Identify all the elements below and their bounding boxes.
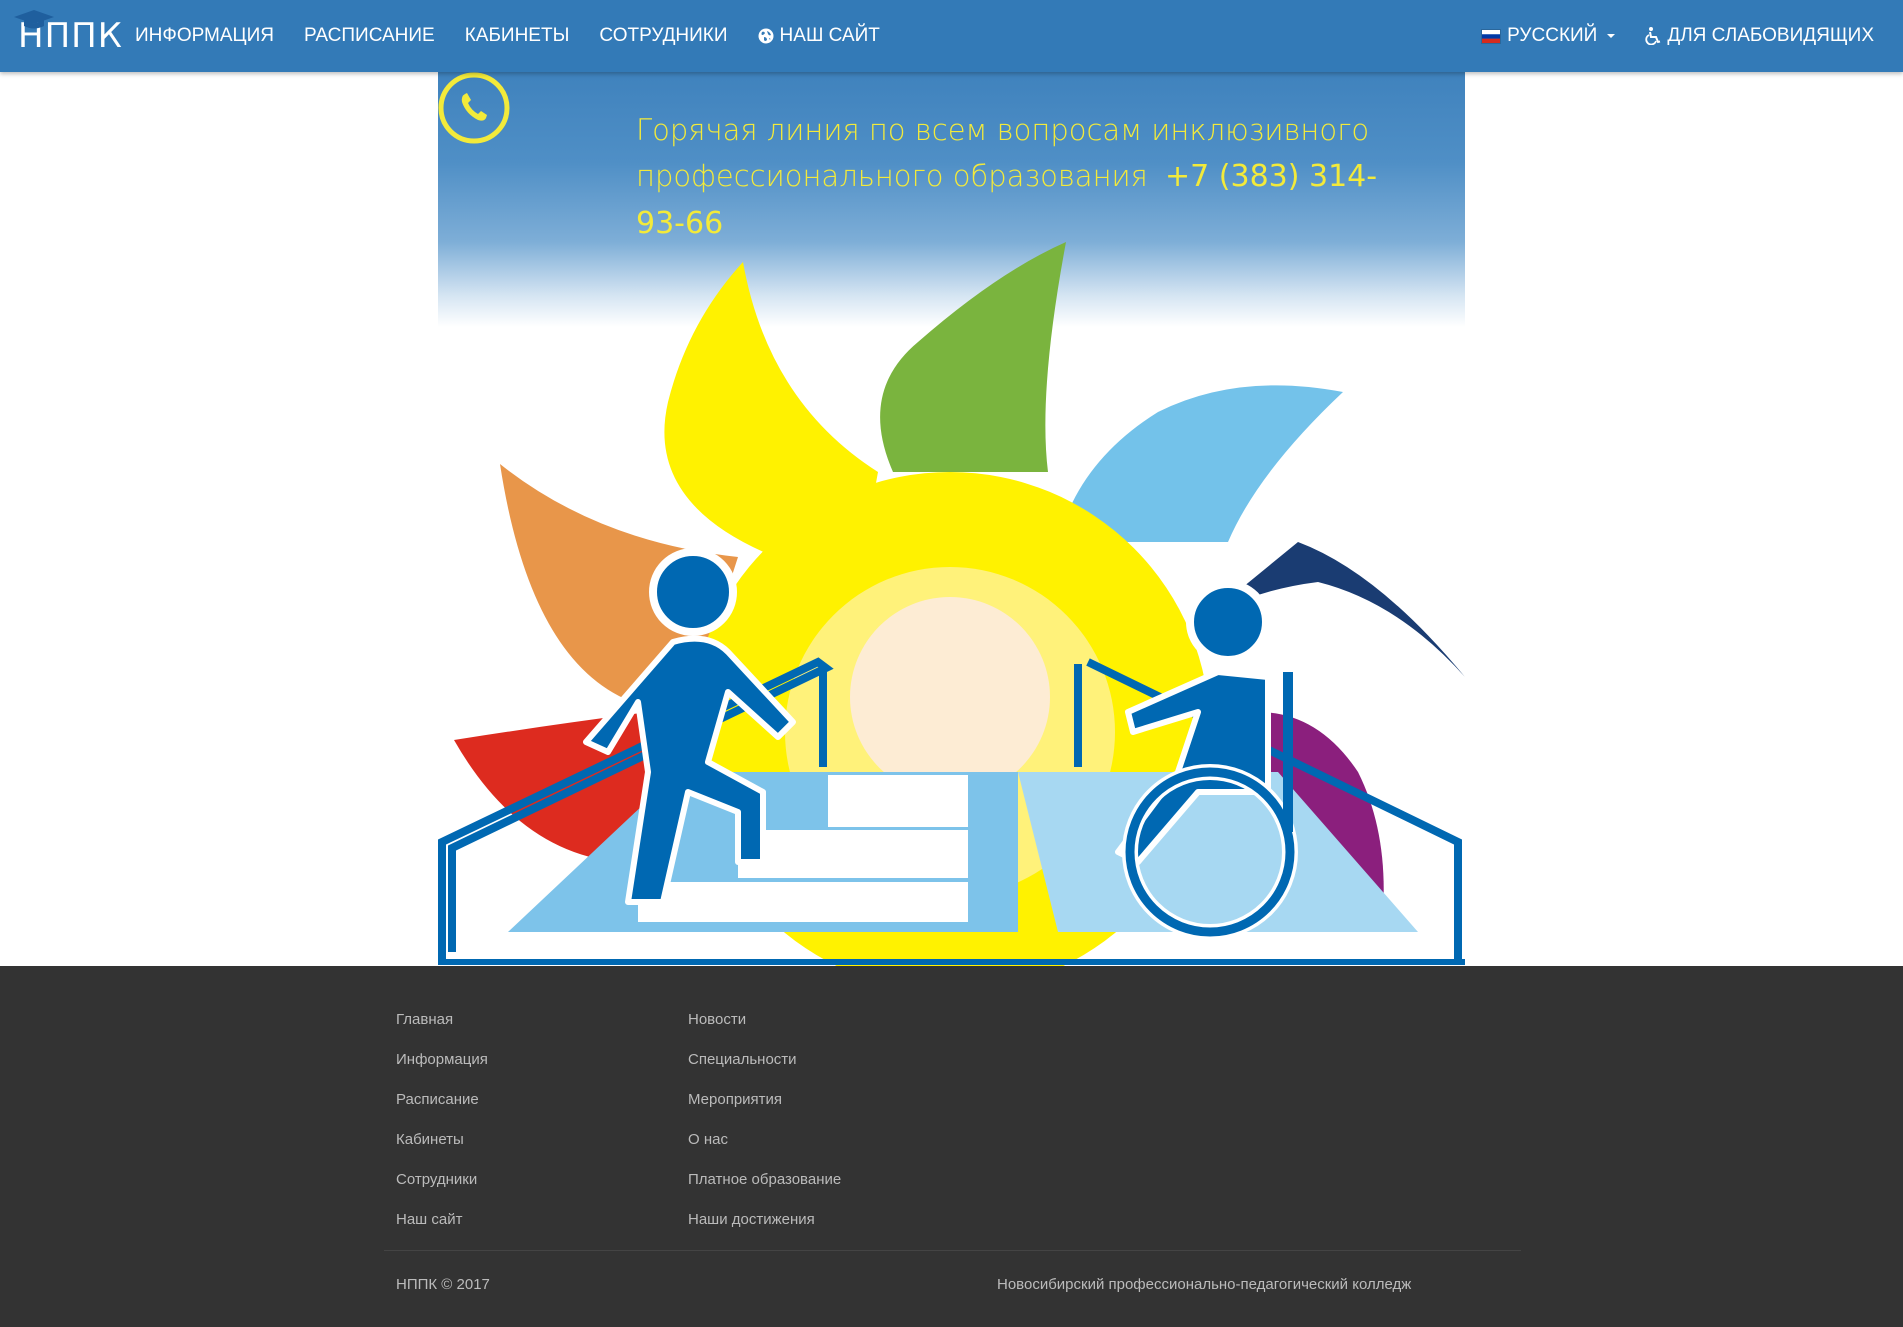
sun-inner — [850, 597, 1050, 797]
nav-item-rooms[interactable]: Кабинеты — [450, 0, 585, 72]
footer-link-schedule[interactable]: Расписание — [396, 1080, 488, 1120]
nav-item-our-site[interactable]: Наш сайт — [743, 0, 895, 72]
footer-college-name: Новосибирский профессионально-педагогиче… — [997, 1276, 1412, 1293]
nav-item-schedule[interactable]: Расписание — [289, 0, 450, 72]
nav-item-label: Кабинеты — [464, 25, 570, 46]
nav-item-label: Информация — [135, 25, 274, 46]
footer-column-2: Новости Специальности Мероприятия О нас … — [688, 1000, 841, 1240]
footer-divider — [384, 1250, 1521, 1251]
caret-down-icon — [1607, 34, 1616, 38]
hotline-text: Горячая линия по всем вопросам инклюзивн… — [636, 107, 1416, 247]
russian-flag-icon — [1481, 28, 1502, 44]
footer-link-rooms[interactable]: Кабинеты — [396, 1120, 488, 1160]
green-petal — [880, 242, 1066, 472]
footer-link-news[interactable]: Новости — [688, 1000, 841, 1040]
footer-link-information[interactable]: Информация — [396, 1040, 488, 1080]
accessibility-label: Для слабовидящих — [1667, 25, 1874, 46]
globe-icon — [758, 28, 774, 44]
footer-link-events[interactable]: Мероприятия — [688, 1080, 841, 1120]
graduation-cap-icon — [14, 10, 54, 29]
language-dropdown[interactable]: Русский — [1466, 0, 1630, 72]
wheelchair-icon — [1645, 27, 1661, 45]
footer-link-achievements[interactable]: Наши достижения — [688, 1200, 841, 1240]
footer-column-1: Главная Информация Расписание Кабинеты С… — [396, 1000, 488, 1240]
hotline-line2: профессионального образования — [636, 159, 1148, 193]
nav-item-label: Наш сайт — [779, 25, 880, 46]
accessibility-link[interactable]: Для слабовидящих — [1630, 0, 1889, 72]
main-nav: Информация Расписание Кабинеты Сотрудник… — [120, 0, 895, 72]
nav-item-label: Сотрудники — [599, 25, 728, 46]
inclusive-education-banner: Горячая линия по всем вопросам инклюзивн… — [438, 72, 1465, 966]
brand-logo[interactable]: НППК — [14, 10, 123, 62]
hotline-line1: Горячая линия по всем вопросам инклюзивн… — [636, 113, 1370, 147]
footer-link-our-site[interactable]: Наш сайт — [396, 1200, 488, 1240]
nav-item-staff[interactable]: Сотрудники — [584, 0, 742, 72]
stairs-3 — [638, 882, 968, 922]
footer-link-about[interactable]: О нас — [688, 1120, 841, 1160]
nav-item-label: Расписание — [304, 25, 435, 46]
footer-link-paid-education[interactable]: Платное образование — [688, 1160, 841, 1200]
footer-link-staff[interactable]: Сотрудники — [396, 1160, 488, 1200]
stairs-1 — [828, 775, 968, 827]
nav-right: Русский Для слабовидящих — [1466, 0, 1889, 72]
page-footer: Главная Информация Расписание Кабинеты С… — [0, 966, 1903, 1327]
nav-item-information[interactable]: Информация — [120, 0, 289, 72]
hotline-line2-wrap: профессионального образования +7 (383) 3… — [636, 153, 1416, 247]
language-label: Русский — [1507, 25, 1598, 46]
phone-icon — [438, 72, 510, 144]
footer-link-home[interactable]: Главная — [396, 1000, 488, 1040]
top-navbar: НППК Информация Расписание Кабинеты Сотр… — [0, 0, 1903, 72]
lightblue-petal — [1058, 385, 1343, 542]
footer-copyright: НППК © 2017 — [396, 1276, 490, 1293]
stairs-2 — [738, 830, 968, 878]
footer-link-specialties[interactable]: Специальности — [688, 1040, 841, 1080]
